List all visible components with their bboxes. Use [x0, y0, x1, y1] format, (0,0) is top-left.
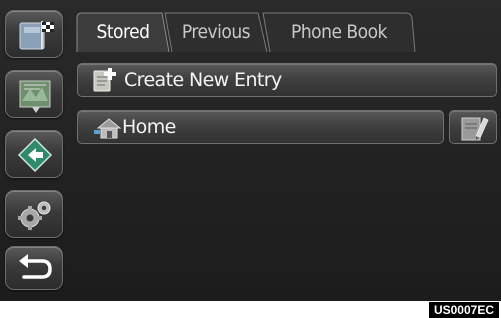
- map-info-button[interactable]: [5, 70, 63, 118]
- create-new-entry-label: Create New Entry: [124, 69, 282, 91]
- home-entry-button[interactable]: Home: [77, 110, 444, 144]
- home-label: Home: [122, 116, 176, 138]
- navigation-screen: Stored Previous Phone Book Create New En…: [0, 0, 501, 301]
- tab-previous-label: Previous: [181, 21, 251, 43]
- route-button[interactable]: [5, 130, 63, 178]
- destination-flag-icon: [19, 21, 54, 50]
- tab-phone-book-label: Phone Book: [291, 21, 387, 43]
- back-arrow-icon: [19, 254, 52, 279]
- tab-previous[interactable]: Previous: [164, 12, 268, 52]
- edit-button[interactable]: [449, 110, 497, 144]
- notepad-plus-icon: [93, 68, 116, 92]
- route-arrow-icon: [17, 137, 53, 173]
- home-icon: [94, 118, 122, 139]
- back-button[interactable]: [5, 246, 63, 290]
- destination-button[interactable]: [5, 10, 63, 58]
- settings-button[interactable]: [5, 190, 63, 238]
- pencil-edit-icon: [461, 117, 489, 141]
- map-info-icon: [19, 80, 51, 113]
- tab-stored-label: Stored: [96, 21, 151, 43]
- settings-gears-icon: [18, 201, 51, 230]
- tab-stored[interactable]: Stored: [76, 12, 170, 52]
- create-new-entry-button[interactable]: Create New Entry: [77, 63, 497, 97]
- figure-code-label: US0007EC: [428, 302, 499, 318]
- tab-phone-book[interactable]: Phone Book: [262, 12, 416, 52]
